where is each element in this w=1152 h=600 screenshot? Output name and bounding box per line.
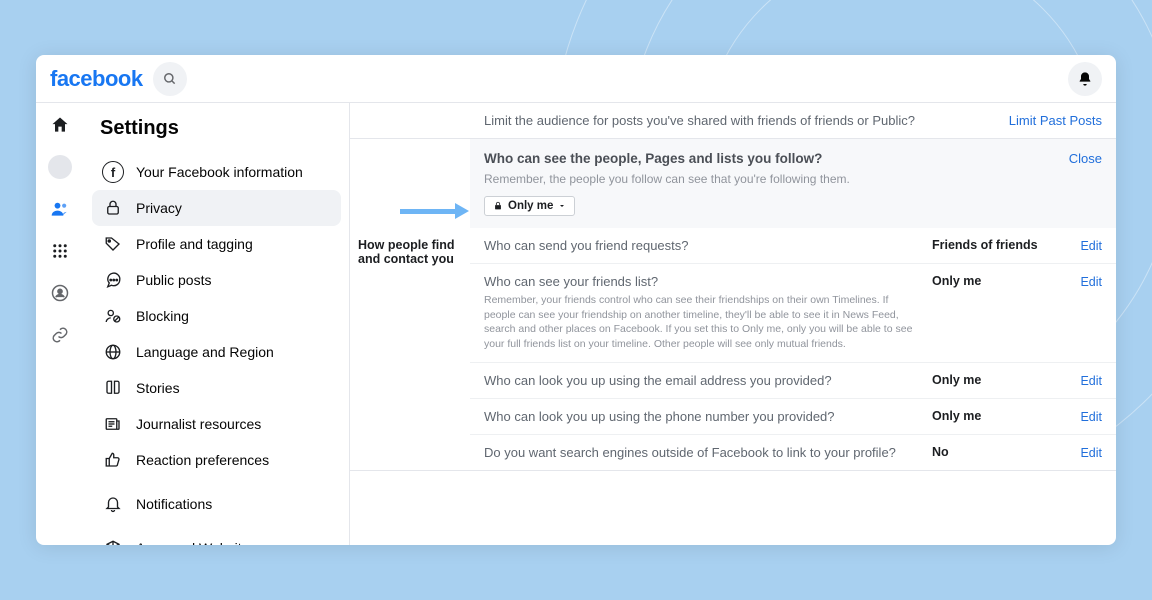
setting-row: Who can see your friends list? Remember, …: [470, 264, 1116, 363]
nav-reactions[interactable]: Reaction preferences: [92, 442, 341, 478]
dropdown-value: Only me: [508, 200, 553, 212]
expanded-follow-setting: Who can see the people, Pages and lists …: [470, 139, 1116, 228]
nav-public-posts[interactable]: Public posts: [92, 262, 341, 298]
edit-link[interactable]: Edit: [1080, 410, 1102, 424]
row-value: Friends of friends: [932, 238, 1062, 252]
settings-sidebar: Settings f Your Facebook information Pri…: [84, 103, 349, 545]
row-question: Who can look you up using the email addr…: [484, 373, 832, 388]
rail-grid[interactable]: [48, 239, 72, 263]
lock-icon: [102, 197, 124, 219]
row-question: Who can see your friends list?: [484, 274, 658, 289]
setting-row: Who can look you up using the phone numb…: [470, 399, 1116, 435]
nav-label: Apps and Websites: [136, 540, 256, 545]
audience-dropdown[interactable]: Only me: [484, 196, 575, 216]
rail-home[interactable]: [48, 113, 72, 137]
nav-apps[interactable]: Apps and Websites: [92, 530, 341, 545]
nav-label: Notifications: [136, 496, 212, 512]
search-button[interactable]: [153, 62, 187, 96]
row-question: Do you want search engines outside of Fa…: [484, 445, 896, 460]
nav-profile-tagging[interactable]: Profile and tagging: [92, 226, 341, 262]
notifications-button[interactable]: [1068, 62, 1102, 96]
limit-posts-row: Limit the audience for posts you've shar…: [350, 107, 1116, 139]
nav-label: Public posts: [136, 272, 211, 288]
comment-icon: [102, 269, 124, 291]
contact-section: How people find and contact you Who can …: [350, 228, 1116, 471]
nav-blocking[interactable]: Blocking: [92, 298, 341, 334]
setting-row: Who can send you friend requests? Friend…: [470, 228, 1116, 264]
cube-icon: [102, 537, 124, 545]
rail-groups[interactable]: [48, 281, 72, 305]
section-label: How people find and contact you: [350, 228, 470, 470]
book-icon: [102, 377, 124, 399]
app-window: facebook Settings f Your Facebook inform…: [36, 55, 1116, 545]
bell-icon: [102, 493, 124, 515]
icon-rail: [36, 103, 84, 545]
nav-label: Privacy: [136, 200, 182, 216]
search-icon: [163, 72, 177, 86]
row-value: No: [932, 445, 1062, 459]
row-value: Only me: [932, 373, 1062, 387]
nav-label: Reaction preferences: [136, 452, 269, 468]
edit-link[interactable]: Edit: [1080, 374, 1102, 388]
edit-link[interactable]: Edit: [1080, 239, 1102, 253]
expanded-title: Who can see the people, Pages and lists …: [484, 151, 1102, 166]
nav-language[interactable]: Language and Region: [92, 334, 341, 370]
row-subtext: Remember, your friends control who can s…: [484, 293, 922, 352]
nav-journalist[interactable]: Journalist resources: [92, 406, 341, 442]
rail-link[interactable]: [48, 323, 72, 347]
globe-icon: [102, 341, 124, 363]
limit-past-posts-link[interactable]: Limit Past Posts: [1009, 113, 1102, 128]
logo[interactable]: facebook: [50, 66, 143, 92]
sidebar-title: Settings: [92, 113, 341, 154]
nav-label: Blocking: [136, 308, 189, 324]
main-content: Limit the audience for posts you've shar…: [349, 103, 1116, 545]
top-bar: facebook: [36, 55, 1116, 103]
close-link[interactable]: Close: [1069, 151, 1102, 166]
nav-your-info[interactable]: f Your Facebook information: [92, 154, 341, 190]
limit-posts-question: Limit the audience for posts you've shar…: [364, 113, 1009, 128]
row-value: Only me: [932, 409, 1062, 423]
nav-label: Your Facebook information: [136, 164, 303, 180]
nav-label: Language and Region: [136, 344, 274, 360]
nav-label: Profile and tagging: [136, 236, 253, 252]
news-icon: [102, 413, 124, 435]
block-icon: [102, 305, 124, 327]
expanded-description: Remember, the people you follow can see …: [484, 172, 1102, 186]
nav-label: Stories: [136, 380, 180, 396]
nav-privacy[interactable]: Privacy: [92, 190, 341, 226]
rail-friends[interactable]: [48, 197, 72, 221]
edit-link[interactable]: Edit: [1080, 446, 1102, 460]
bell-icon: [1077, 71, 1093, 87]
edit-link[interactable]: Edit: [1080, 275, 1102, 289]
info-icon: f: [102, 161, 124, 183]
nav-stories[interactable]: Stories: [92, 370, 341, 406]
row-value: Only me: [932, 274, 1062, 288]
like-icon: [102, 449, 124, 471]
setting-row: Do you want search engines outside of Fa…: [470, 435, 1116, 470]
setting-row: Who can look you up using the email addr…: [470, 363, 1116, 399]
row-question: Who can look you up using the phone numb…: [484, 409, 835, 424]
rail-avatar[interactable]: [48, 155, 72, 179]
nav-label: Journalist resources: [136, 416, 261, 432]
nav-notifications[interactable]: Notifications: [92, 486, 341, 522]
lock-icon: [493, 201, 503, 211]
row-question: Who can send you friend requests?: [484, 238, 689, 253]
chevron-down-icon: [558, 202, 566, 210]
tag-icon: [102, 233, 124, 255]
